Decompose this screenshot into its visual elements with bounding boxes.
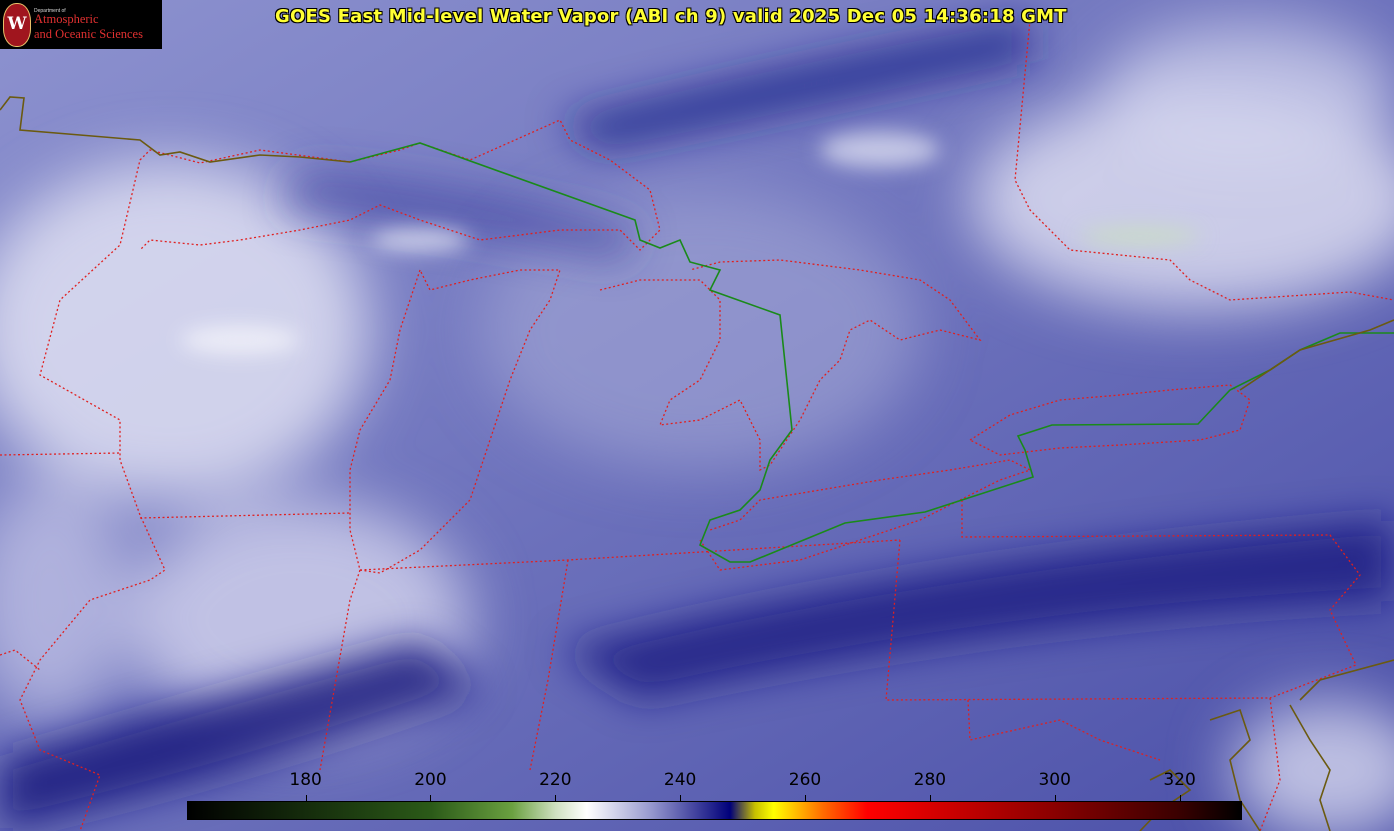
colorbar-tick-label: 280 xyxy=(913,770,947,790)
colorbar-tick-mark xyxy=(805,795,807,802)
colorbar-tick-label: 320 xyxy=(1163,770,1196,790)
colorbar-tick-mark xyxy=(1179,795,1181,802)
colorbar-tick-mark xyxy=(430,795,432,802)
colorbar-tick-labels: 180 200 220 240 260 280 300 320 xyxy=(0,770,1394,792)
colorbar-tick-label: 300 xyxy=(1038,770,1071,790)
colorbar-tick-label: 260 xyxy=(788,770,822,790)
colorbar-tick-mark xyxy=(1054,795,1056,802)
water-vapor-map xyxy=(0,0,1394,831)
aos-logo: W Department of Atmospheric and Oceanic … xyxy=(0,0,162,49)
logo-name-line2: and Oceanic Sciences xyxy=(34,27,143,41)
image-title: GOES East Mid-level Water Vapor (ABI ch … xyxy=(275,6,1067,27)
colorbar-tick-label: 220 xyxy=(539,770,572,790)
colorbar-tick-label: 200 xyxy=(414,770,447,790)
uw-crest-icon: W xyxy=(3,3,31,47)
temperature-colorbar xyxy=(187,801,1242,820)
colorbar-tick-mark xyxy=(305,795,307,802)
colorbar-tick-label: 240 xyxy=(663,770,697,790)
colorbar-tick-mark xyxy=(680,795,682,802)
imagery-layer xyxy=(0,0,1394,831)
colorbar-tick-label: 180 xyxy=(289,770,322,790)
colorbar-tick-mark xyxy=(555,795,557,802)
colorbar-tick-mark xyxy=(929,795,931,802)
logo-name-line1: Atmospheric xyxy=(34,12,99,26)
